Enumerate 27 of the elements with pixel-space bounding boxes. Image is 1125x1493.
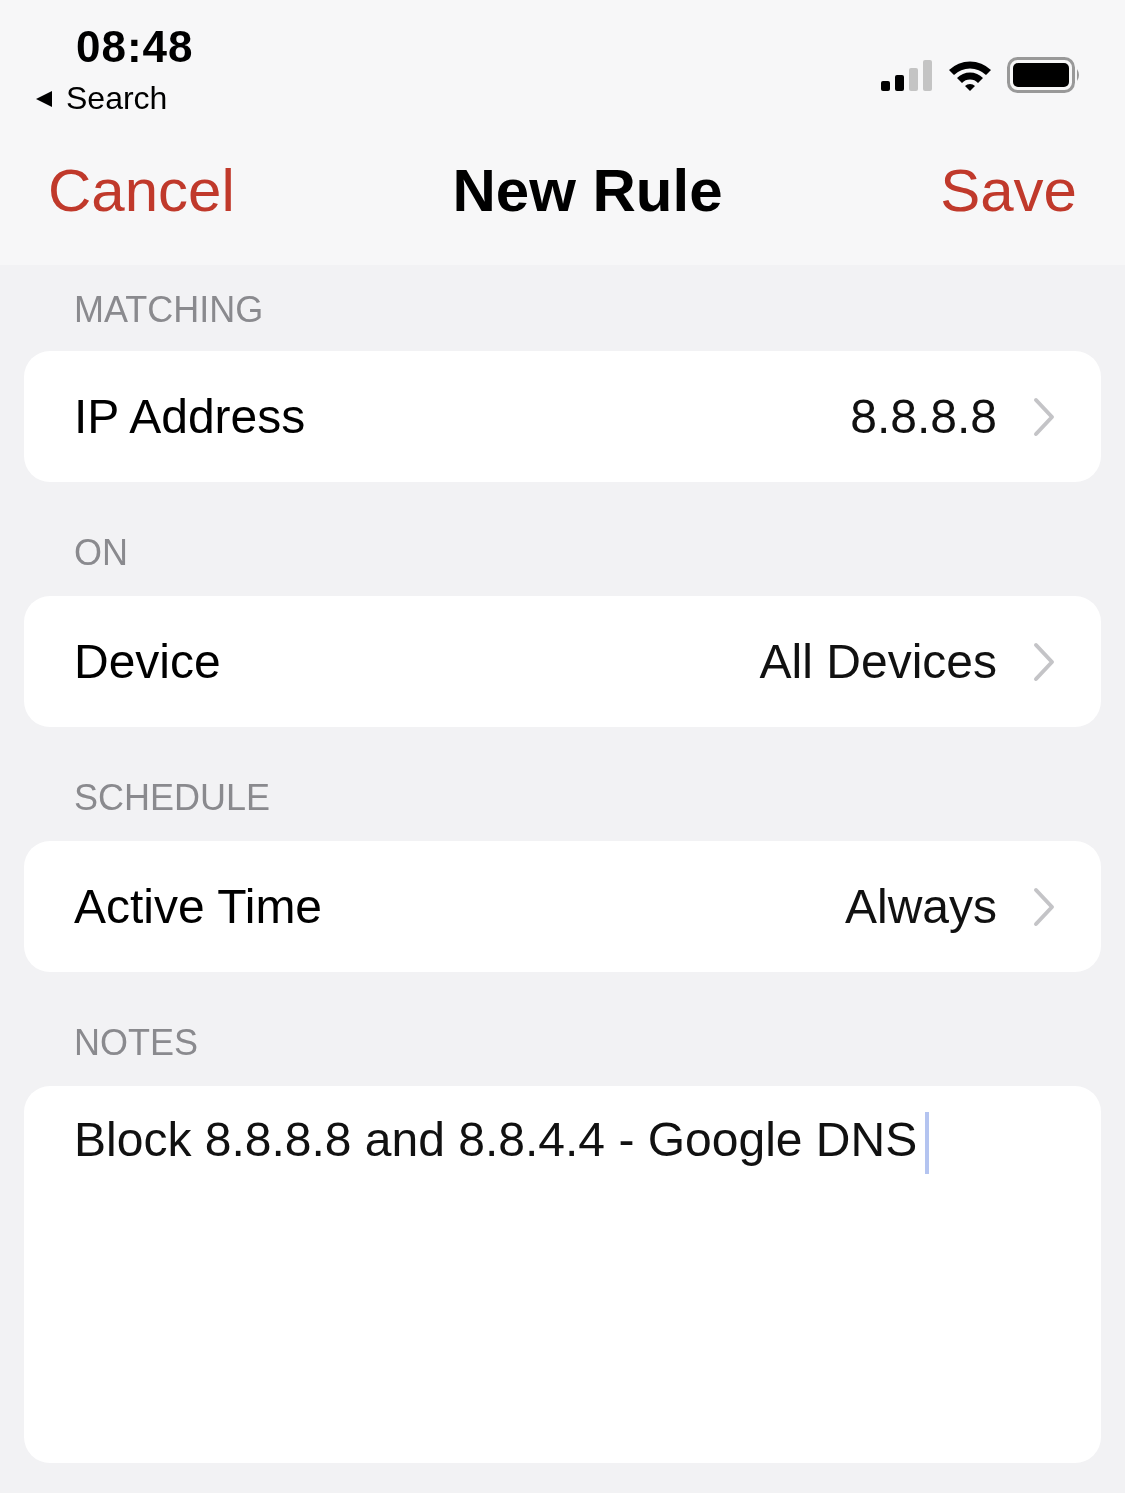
wifi-icon (947, 58, 993, 92)
signal-icon (881, 59, 933, 91)
screen-title: New Rule (452, 155, 723, 225)
text-cursor (925, 1112, 930, 1175)
section-header: ON (73, 531, 129, 575)
chevron-icon (1033, 396, 1055, 437)
row-value: Always (844, 879, 997, 934)
section-header: SCHEDULE (73, 776, 272, 820)
settings-row[interactable]: Device All Devices (24, 596, 1101, 727)
row-label: Active Time (74, 879, 324, 934)
battery-icon (1007, 57, 1081, 93)
cancel-button[interactable]: Cancel (48, 155, 235, 225)
section-header: MATCHING (73, 288, 265, 332)
back-arrow-icon (34, 88, 54, 109)
save-button[interactable]: Save (940, 155, 1077, 225)
settings-row[interactable]: Active Time Always (24, 841, 1101, 972)
settings-row[interactable]: IP Address 8.8.8.8 (24, 351, 1101, 482)
row-label: Device (74, 634, 222, 689)
section-header: NOTES (73, 1021, 199, 1065)
row-value: All Devices (759, 634, 997, 689)
row-label: IP Address (74, 389, 307, 444)
chevron-icon (1033, 886, 1055, 927)
status-time: 08:48 (76, 22, 194, 72)
notes-field[interactable]: Block 8.8.8.8 and 8.8.4.4 - Google DNS (24, 1086, 1101, 1463)
chevron-icon (1033, 641, 1055, 682)
back-link[interactable]: Search (34, 80, 194, 117)
row-value: 8.8.8.8 (850, 389, 997, 444)
